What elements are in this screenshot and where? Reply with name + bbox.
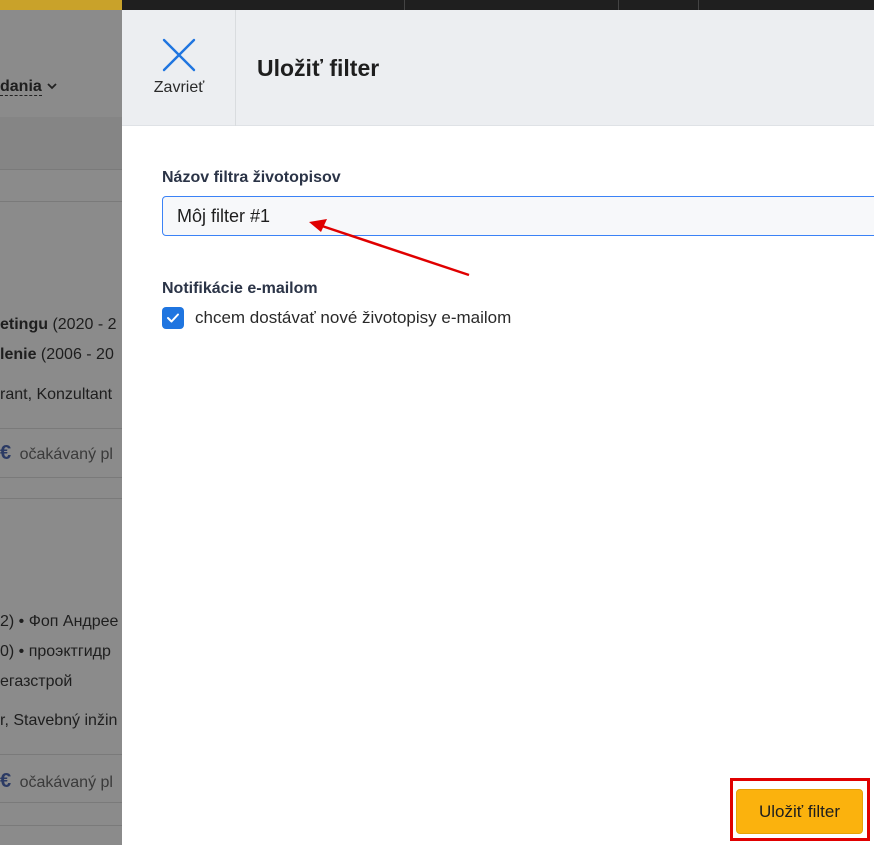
job-titles-line: rant, Konzultant: [0, 386, 113, 403]
filter-name-input[interactable]: [162, 196, 874, 236]
divider: [0, 201, 122, 202]
chevron-down-icon: [46, 78, 58, 95]
expected-salary: € očakávaný pl: [0, 442, 113, 464]
divider: [0, 477, 122, 478]
divider: [0, 802, 122, 803]
email-notification-option: chcem dostávať nové životopisy e-mailom: [162, 307, 511, 329]
background-band: [0, 117, 122, 169]
top-bar-divider: [404, 0, 405, 10]
close-label: Zavrieť: [153, 79, 205, 96]
experience-line: 0) • проэктгидр: [0, 643, 111, 660]
euro-icon: €: [0, 442, 12, 464]
background-page: dania etingu (2020 - 2 lenie (2006 - 20 …: [0, 10, 122, 845]
divider: [0, 428, 122, 429]
filter-name-label: Názov filtra životopisov: [162, 169, 341, 186]
experience-line: etingu (2020 - 2: [0, 316, 117, 333]
euro-icon: €: [0, 770, 12, 792]
save-filter-button[interactable]: Uložiť filter: [736, 789, 863, 834]
save-filter-modal: Zavrieť Uložiť filter Názov filtra život…: [122, 10, 874, 845]
sort-label: dania: [0, 78, 42, 96]
modal-header: Zavrieť Uložiť filter: [122, 10, 874, 126]
close-button[interactable]: Zavrieť: [122, 10, 236, 126]
experience-line: егазстрой: [0, 673, 73, 690]
close-icon: [162, 38, 196, 72]
divider: [0, 169, 122, 170]
top-bar-divider: [698, 0, 699, 10]
notifications-label: Notifikácie e-mailom: [162, 280, 318, 297]
sort-dropdown[interactable]: dania: [0, 78, 58, 96]
modal-title: Uložiť filter: [257, 55, 380, 81]
email-notification-checkbox[interactable]: [162, 307, 184, 329]
top-bar-divider: [618, 0, 619, 10]
top-bar: [0, 0, 874, 14]
divider: [0, 754, 122, 755]
email-notification-label[interactable]: chcem dostávať nové životopisy e-mailom: [195, 308, 511, 328]
expected-salary: € očakávaný pl: [0, 770, 113, 792]
divider: [0, 498, 122, 499]
job-titles-line: r, Stavebný inžin: [0, 712, 118, 729]
experience-line: lenie (2006 - 20: [0, 346, 114, 363]
experience-line: 2) • Фоп Андрее: [0, 613, 119, 630]
checkmark-icon: [167, 313, 179, 323]
divider: [0, 825, 122, 826]
